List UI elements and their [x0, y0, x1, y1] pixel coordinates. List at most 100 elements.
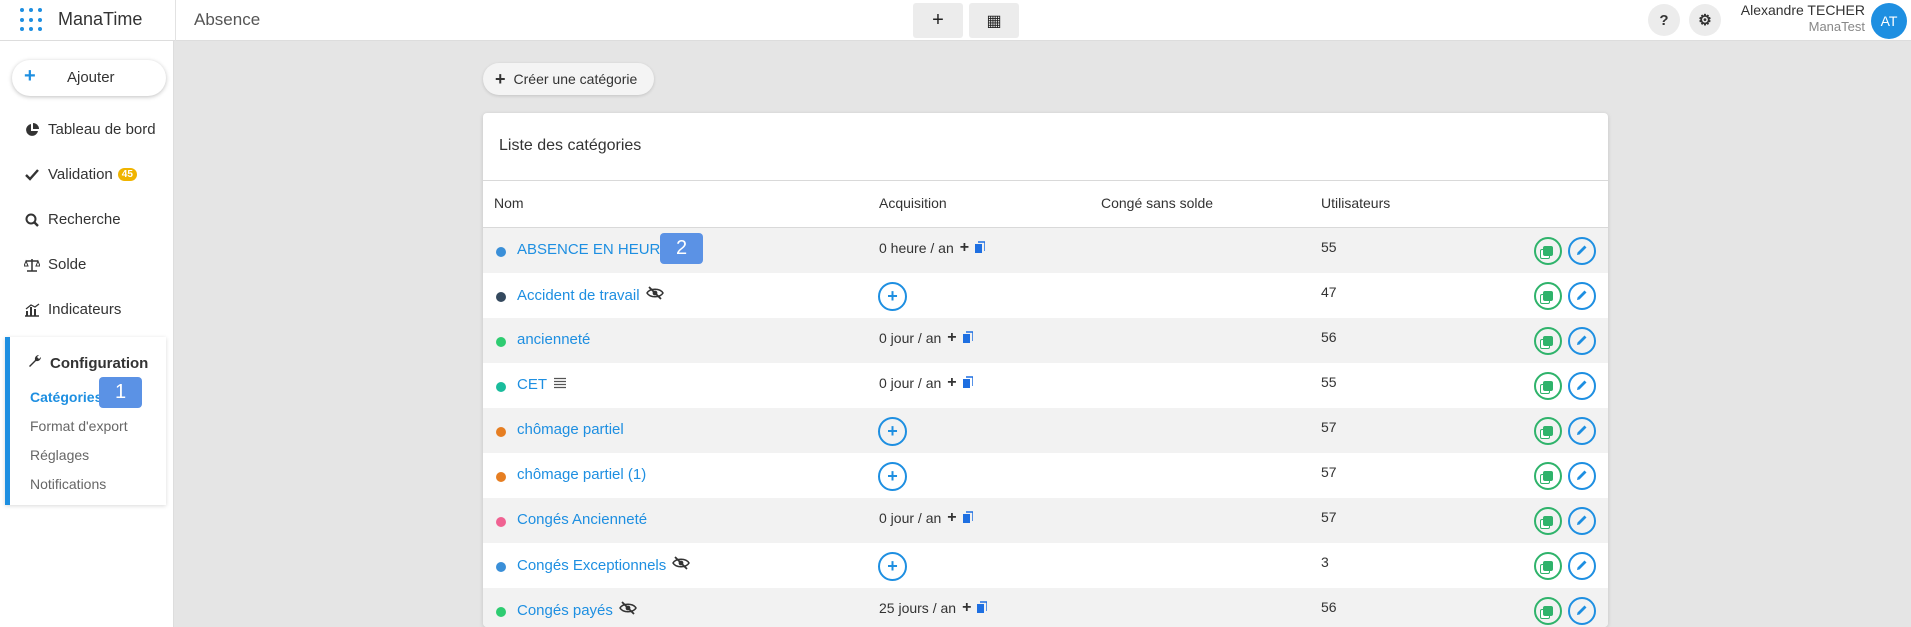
- column-header-acquisition[interactable]: Acquisition: [879, 195, 947, 211]
- pencil-icon: [1576, 603, 1588, 620]
- sidebar-item-search[interactable]: Recherche: [24, 211, 121, 228]
- sidebar-item-label: Indicateurs: [48, 301, 122, 318]
- create-category-button[interactable]: + Créer une catégorie: [483, 63, 654, 95]
- add-acquisition-icon[interactable]: +: [962, 599, 971, 617]
- edit-button[interactable]: [1568, 282, 1596, 310]
- column-header-name[interactable]: Nom: [494, 195, 524, 211]
- category-name-link[interactable]: ABSENCE EN HEURE: [517, 241, 670, 258]
- rules-stack-icon[interactable]: [962, 330, 974, 346]
- add-acquisition-icon[interactable]: +: [947, 329, 956, 347]
- duplicate-button[interactable]: [1534, 597, 1562, 625]
- edit-button[interactable]: [1568, 237, 1596, 265]
- category-name: Congés Exceptionnels: [517, 556, 667, 574]
- duplicate-button[interactable]: [1534, 462, 1562, 490]
- settings-button[interactable]: ⚙: [1689, 4, 1721, 36]
- duplicate-button[interactable]: [1534, 417, 1562, 445]
- sidebar-item-settings[interactable]: Réglages: [30, 447, 89, 463]
- category-name-link[interactable]: Accident de travail: [517, 286, 664, 304]
- category-color-dot: [496, 472, 506, 482]
- list-icon: [553, 376, 567, 393]
- edit-button[interactable]: [1568, 462, 1596, 490]
- duplicate-button[interactable]: [1534, 237, 1562, 265]
- category-name-link[interactable]: Congés payés: [517, 601, 637, 619]
- category-name-link[interactable]: CET: [517, 376, 567, 393]
- add-acquisition-icon[interactable]: +: [960, 239, 969, 257]
- duplicate-button[interactable]: [1534, 552, 1562, 580]
- sidebar-item-export-format[interactable]: Format d'export: [30, 418, 128, 434]
- calendar-button[interactable]: ▦: [969, 3, 1019, 38]
- add-acquisition-button[interactable]: +: [878, 552, 907, 581]
- duplicate-button[interactable]: [1534, 372, 1562, 400]
- pencil-icon: [1576, 333, 1588, 350]
- users-count: 56: [1321, 599, 1337, 615]
- pencil-icon: [1576, 558, 1588, 575]
- rules-stack-icon[interactable]: [962, 375, 974, 391]
- add-acquisition-icon[interactable]: +: [947, 509, 956, 527]
- edit-button[interactable]: [1568, 417, 1596, 445]
- category-color-dot: [496, 247, 506, 257]
- rules-stack-icon[interactable]: [962, 510, 974, 526]
- acquisition-value: 0 jour / an: [879, 375, 942, 391]
- users-count: 57: [1321, 419, 1337, 435]
- section-title: Absence: [194, 10, 261, 29]
- edit-button[interactable]: [1568, 597, 1596, 625]
- add-acquisition-button[interactable]: +: [878, 417, 907, 446]
- wrench-icon: [28, 354, 42, 372]
- column-header-users[interactable]: Utilisateurs: [1321, 195, 1390, 211]
- table-row: chômage partiel (1) +57: [483, 453, 1608, 498]
- configuration-title[interactable]: Configuration: [28, 354, 148, 372]
- user-name[interactable]: Alexandre TECHER: [1741, 2, 1865, 19]
- add-acquisition-button[interactable]: +: [878, 462, 907, 491]
- sidebar-item-categories[interactable]: Catégories: [30, 389, 102, 405]
- category-name-link[interactable]: chômage partiel: [517, 421, 624, 438]
- sidebar-item-notifications[interactable]: Notifications: [30, 476, 106, 492]
- table-row: ABSENCE EN HEURE 0 heure / an +55: [483, 228, 1608, 273]
- edit-button[interactable]: [1568, 327, 1596, 355]
- edit-button[interactable]: [1568, 552, 1596, 580]
- table-row: CET 0 jour / an +55: [483, 363, 1608, 408]
- category-name-link[interactable]: Congés Ancienneté: [517, 511, 647, 528]
- table-row: ancienneté 0 jour / an +56: [483, 318, 1608, 363]
- category-name-link[interactable]: chômage partiel (1): [517, 466, 646, 483]
- pencil-icon: [1576, 378, 1588, 395]
- plus-icon: +: [24, 65, 36, 87]
- avatar[interactable]: AT: [1871, 3, 1907, 39]
- duplicate-button[interactable]: [1534, 327, 1562, 355]
- duplicate-button[interactable]: [1534, 282, 1562, 310]
- acquisition-cell: 25 jours / an +: [879, 599, 989, 617]
- help-button[interactable]: ?: [1648, 4, 1680, 36]
- apps-grid-icon[interactable]: [20, 8, 44, 32]
- rules-stack-icon[interactable]: [975, 240, 986, 256]
- sidebar: + Ajouter Tableau de bord Validation 45 …: [0, 41, 174, 627]
- category-name: chômage partiel (1): [517, 466, 647, 483]
- category-color-dot: [496, 562, 506, 572]
- quick-add-button[interactable]: +: [913, 3, 963, 38]
- category-name-link[interactable]: ancienneté: [517, 331, 590, 348]
- brand-name[interactable]: ManaTime: [58, 9, 142, 30]
- acquisition-cell: 0 jour / an +: [879, 329, 974, 347]
- users-count: 55: [1321, 239, 1337, 255]
- sidebar-item-validation[interactable]: Validation 45: [24, 166, 137, 183]
- category-name: CET: [517, 376, 547, 393]
- acquisition-value: 0 jour / an: [879, 510, 942, 526]
- category-color-dot: [496, 517, 506, 527]
- column-header-unpaid-leave[interactable]: Congé sans solde: [1101, 195, 1213, 211]
- edit-button[interactable]: [1568, 372, 1596, 400]
- sidebar-item-balance[interactable]: Solde: [24, 256, 86, 273]
- category-name: ancienneté: [517, 331, 591, 348]
- hidden-eye-icon: [645, 286, 664, 304]
- pencil-icon: [1576, 288, 1588, 305]
- sidebar-item-indicators[interactable]: Indicateurs: [24, 301, 121, 318]
- duplicate-button[interactable]: [1534, 507, 1562, 535]
- copy-icon: [1543, 606, 1553, 616]
- add-acquisition-icon[interactable]: +: [947, 374, 956, 392]
- add-acquisition-button[interactable]: +: [878, 282, 907, 311]
- add-button[interactable]: + Ajouter: [12, 60, 166, 96]
- pencil-icon: [1576, 423, 1588, 440]
- rules-stack-icon[interactable]: [977, 600, 989, 616]
- edit-button[interactable]: [1568, 507, 1596, 535]
- balance-scale-icon: [24, 257, 40, 273]
- sidebar-item-dashboard[interactable]: Tableau de bord: [24, 121, 156, 138]
- category-name-link[interactable]: Congés Exceptionnels: [517, 556, 691, 574]
- step-callout: 1: [99, 377, 142, 408]
